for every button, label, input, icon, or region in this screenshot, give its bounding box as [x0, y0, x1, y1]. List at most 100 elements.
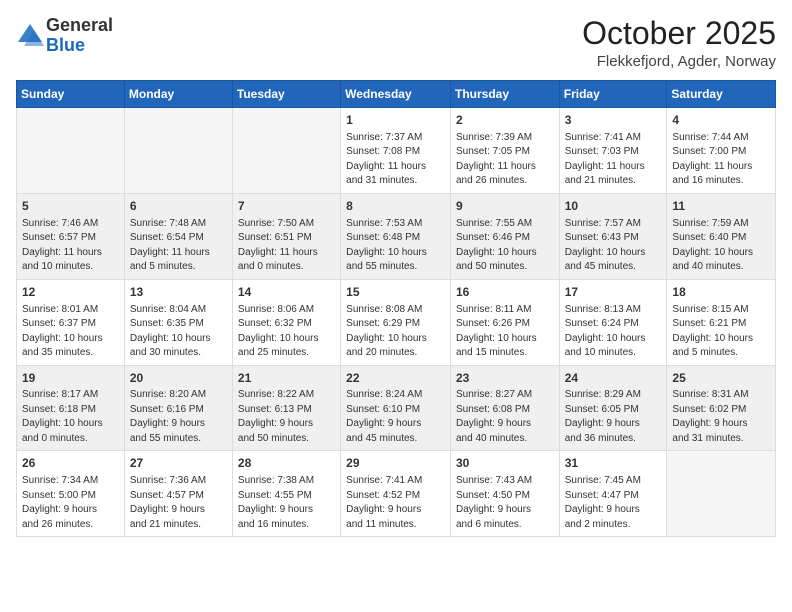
- day-number: 14: [238, 284, 335, 301]
- day-number: 16: [456, 284, 554, 301]
- calendar-cell: 10 Sunrise: 7:57 AM Sunset: 6:43 PM Dayli…: [559, 193, 667, 279]
- calendar-cell: 27 Sunrise: 7:36 AM Sunset: 4:57 PM Dayli…: [124, 451, 232, 537]
- day-info: Sunrise: 8:08 AM Sunset: 6:29 PM Dayligh…: [346, 303, 445, 361]
- calendar-cell: 22Sunrise: 8:24 AM Sunset: 6:10 PM Dayli…: [341, 365, 451, 451]
- weekday-header-monday: Monday: [124, 81, 232, 108]
- calendar-cell: 21Sunrise: 8:22 AM Sunset: 6:13 PM Dayli…: [232, 365, 340, 451]
- calendar-cell: 24Sunrise: 8:29 AM Sunset: 6:05 PM Dayli…: [559, 365, 667, 451]
- day-number: 22: [346, 370, 445, 387]
- day-info: Sunrise: 8:11 AM Sunset: 6:26 PM Dayligh…: [456, 303, 554, 361]
- day-number: 31: [565, 455, 662, 472]
- calendar-week-row: 26 Sunrise: 7:34 AM Sunset: 5:00 PM Dayli…: [17, 451, 776, 537]
- day-info: Sunrise: 7:53 AM Sunset: 6:48 PM Dayligh…: [346, 217, 445, 275]
- calendar-cell: 26 Sunrise: 7:34 AM Sunset: 5:00 PM Dayli…: [17, 451, 125, 537]
- day-number: 13: [130, 284, 227, 301]
- weekday-header-saturday: Saturday: [667, 81, 776, 108]
- day-number: 19: [22, 370, 119, 387]
- day-number: 1: [346, 112, 445, 129]
- calendar-cell: 1 Sunrise: 7:37 AM Sunset: 7:08 PM Daylig…: [341, 108, 451, 194]
- day-info: Sunrise: 8:24 AM Sunset: 6:10 PM Dayligh…: [346, 388, 445, 446]
- title-block: October 2025 Flekkefjord, Agder, Norway: [582, 16, 776, 70]
- calendar-cell: 15 Sunrise: 8:08 AM Sunset: 6:29 PM Dayli…: [341, 279, 451, 365]
- day-info: Sunrise: 8:27 AM Sunset: 6:08 PM Dayligh…: [456, 388, 554, 446]
- calendar-week-row: 19Sunrise: 8:17 AM Sunset: 6:18 PM Dayli…: [17, 365, 776, 451]
- day-info: Sunrise: 8:04 AM Sunset: 6:35 PM Dayligh…: [130, 303, 227, 361]
- weekday-header-wednesday: Wednesday: [341, 81, 451, 108]
- day-number: 6: [130, 198, 227, 215]
- calendar-cell: 29 Sunrise: 7:41 AM Sunset: 4:52 PM Dayli…: [341, 451, 451, 537]
- day-info: Sunrise: 7:57 AM Sunset: 6:43 PM Dayligh…: [565, 217, 662, 275]
- day-number: 26: [22, 455, 119, 472]
- calendar-cell: 25Sunrise: 8:31 AM Sunset: 6:02 PM Dayli…: [667, 365, 776, 451]
- day-info: Sunrise: 8:01 AM Sunset: 6:37 PM Dayligh…: [22, 303, 119, 361]
- day-info: Sunrise: 7:59 AM Sunset: 6:40 PM Dayligh…: [672, 217, 770, 275]
- day-number: 5: [22, 198, 119, 215]
- calendar-cell: 5 Sunrise: 7:46 AM Sunset: 6:57 PM Daylig…: [17, 193, 125, 279]
- calendar-cell: 14Sunrise: 8:06 AM Sunset: 6:32 PM Dayli…: [232, 279, 340, 365]
- day-info: Sunrise: 8:13 AM Sunset: 6:24 PM Dayligh…: [565, 303, 662, 361]
- calendar-cell: 23Sunrise: 8:27 AM Sunset: 6:08 PM Dayli…: [450, 365, 559, 451]
- day-info: Sunrise: 8:31 AM Sunset: 6:02 PM Dayligh…: [672, 388, 770, 446]
- weekday-header-sunday: Sunday: [17, 81, 125, 108]
- logo-general: General: [46, 16, 113, 36]
- calendar-week-row: 1 Sunrise: 7:37 AM Sunset: 7:08 PM Daylig…: [17, 108, 776, 194]
- day-info: Sunrise: 7:50 AM Sunset: 6:51 PM Dayligh…: [238, 217, 335, 275]
- day-info: Sunrise: 7:41 AM Sunset: 4:52 PM Dayligh…: [346, 474, 445, 532]
- weekday-header-friday: Friday: [559, 81, 667, 108]
- calendar-cell: 30 Sunrise: 7:43 AM Sunset: 4:50 PM Dayli…: [450, 451, 559, 537]
- calendar-cell: [124, 108, 232, 194]
- day-number: 20: [130, 370, 227, 387]
- calendar-cell: 9Sunrise: 7:55 AM Sunset: 6:46 PM Daylig…: [450, 193, 559, 279]
- calendar-cell: 28Sunrise: 7:38 AM Sunset: 4:55 PM Dayli…: [232, 451, 340, 537]
- calendar-cell: 13 Sunrise: 8:04 AM Sunset: 6:35 PM Dayli…: [124, 279, 232, 365]
- day-number: 17: [565, 284, 662, 301]
- logo: General Blue: [16, 16, 113, 56]
- day-number: 2: [456, 112, 554, 129]
- day-info: Sunrise: 7:36 AM Sunset: 4:57 PM Dayligh…: [130, 474, 227, 532]
- day-info: Sunrise: 7:46 AM Sunset: 6:57 PM Dayligh…: [22, 217, 119, 275]
- weekday-header-tuesday: Tuesday: [232, 81, 340, 108]
- day-info: Sunrise: 7:45 AM Sunset: 4:47 PM Dayligh…: [565, 474, 662, 532]
- day-number: 29: [346, 455, 445, 472]
- calendar-cell: 4Sunrise: 7:44 AM Sunset: 7:00 PM Daylig…: [667, 108, 776, 194]
- day-info: Sunrise: 8:29 AM Sunset: 6:05 PM Dayligh…: [565, 388, 662, 446]
- calendar-cell: 16 Sunrise: 8:11 AM Sunset: 6:26 PM Dayli…: [450, 279, 559, 365]
- day-info: Sunrise: 7:34 AM Sunset: 5:00 PM Dayligh…: [22, 474, 119, 532]
- calendar-cell: 19Sunrise: 8:17 AM Sunset: 6:18 PM Dayli…: [17, 365, 125, 451]
- day-number: 27: [130, 455, 227, 472]
- day-number: 25: [672, 370, 770, 387]
- calendar-cell: 7Sunrise: 7:50 AM Sunset: 6:51 PM Daylig…: [232, 193, 340, 279]
- calendar-week-row: 5 Sunrise: 7:46 AM Sunset: 6:57 PM Daylig…: [17, 193, 776, 279]
- month-title: October 2025: [582, 16, 776, 51]
- calendar-cell: 18 Sunrise: 8:15 AM Sunset: 6:21 PM Dayli…: [667, 279, 776, 365]
- calendar-cell: 11Sunrise: 7:59 AM Sunset: 6:40 PM Dayli…: [667, 193, 776, 279]
- calendar-cell: 8 Sunrise: 7:53 AM Sunset: 6:48 PM Daylig…: [341, 193, 451, 279]
- day-info: Sunrise: 7:39 AM Sunset: 7:05 PM Dayligh…: [456, 131, 554, 189]
- day-info: Sunrise: 7:37 AM Sunset: 7:08 PM Dayligh…: [346, 131, 445, 189]
- calendar-cell: 6Sunrise: 7:48 AM Sunset: 6:54 PM Daylig…: [124, 193, 232, 279]
- calendar-cell: 31 Sunrise: 7:45 AM Sunset: 4:47 PM Dayli…: [559, 451, 667, 537]
- weekday-header-row: SundayMondayTuesdayWednesdayThursdayFrid…: [17, 81, 776, 108]
- day-number: 18: [672, 284, 770, 301]
- header: General Blue October 2025 Flekkefjord, A…: [16, 16, 776, 70]
- day-number: 15: [346, 284, 445, 301]
- day-number: 10: [565, 198, 662, 215]
- day-number: 23: [456, 370, 554, 387]
- day-info: Sunrise: 8:15 AM Sunset: 6:21 PM Dayligh…: [672, 303, 770, 361]
- day-number: 8: [346, 198, 445, 215]
- calendar-cell: [232, 108, 340, 194]
- calendar-cell: [17, 108, 125, 194]
- day-number: 21: [238, 370, 335, 387]
- day-number: 3: [565, 112, 662, 129]
- calendar-week-row: 12Sunrise: 8:01 AM Sunset: 6:37 PM Dayli…: [17, 279, 776, 365]
- location: Flekkefjord, Agder, Norway: [582, 53, 776, 70]
- calendar-cell: 20Sunrise: 8:20 AM Sunset: 6:16 PM Dayli…: [124, 365, 232, 451]
- day-info: Sunrise: 7:43 AM Sunset: 4:50 PM Dayligh…: [456, 474, 554, 532]
- day-number: 4: [672, 112, 770, 129]
- logo-blue: Blue: [46, 36, 113, 56]
- calendar-cell: 17 Sunrise: 8:13 AM Sunset: 6:24 PM Dayli…: [559, 279, 667, 365]
- calendar-cell: [667, 451, 776, 537]
- day-number: 30: [456, 455, 554, 472]
- day-info: Sunrise: 8:20 AM Sunset: 6:16 PM Dayligh…: [130, 388, 227, 446]
- day-info: Sunrise: 8:22 AM Sunset: 6:13 PM Dayligh…: [238, 388, 335, 446]
